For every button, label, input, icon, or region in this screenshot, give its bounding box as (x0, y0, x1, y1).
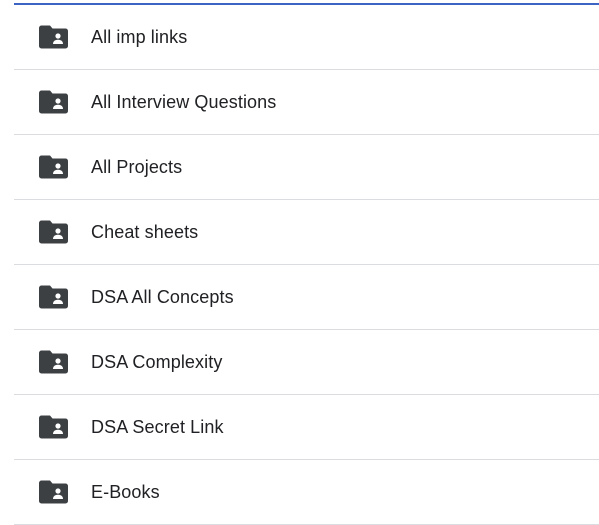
shared-folder-icon (39, 350, 68, 374)
shared-folder-icon (39, 285, 68, 309)
folder-row[interactable]: Cheat sheets (14, 200, 599, 265)
folder-row[interactable]: DSA Secret Link (14, 395, 599, 460)
folder-name: All imp links (91, 26, 188, 47)
folder-row[interactable]: DSA Complexity (14, 330, 599, 395)
folder-row[interactable]: DSA All Concepts (14, 265, 599, 330)
folder-name: DSA Secret Link (91, 416, 224, 437)
shared-folder-icon (39, 480, 68, 504)
shared-folder-icon (39, 220, 68, 244)
folder-name: All Interview Questions (91, 91, 277, 112)
folder-row[interactable]: All Projects (14, 135, 599, 200)
folder-name: All Projects (91, 156, 183, 177)
folder-name: Cheat sheets (91, 221, 199, 242)
folder-list: All imp links All Interview Questions Al… (14, 5, 599, 525)
folder-name: DSA All Concepts (91, 286, 234, 307)
folder-row[interactable]: All Interview Questions (14, 70, 599, 135)
shared-folder-icon (39, 415, 68, 439)
shared-folder-icon (39, 90, 68, 114)
folder-name: DSA Complexity (91, 351, 223, 372)
folder-row[interactable]: E-Books (14, 460, 599, 525)
shared-folder-icon (39, 155, 68, 179)
folder-name: E-Books (91, 481, 160, 502)
folder-row[interactable]: All imp links (14, 5, 599, 70)
shared-folder-icon (39, 25, 68, 49)
